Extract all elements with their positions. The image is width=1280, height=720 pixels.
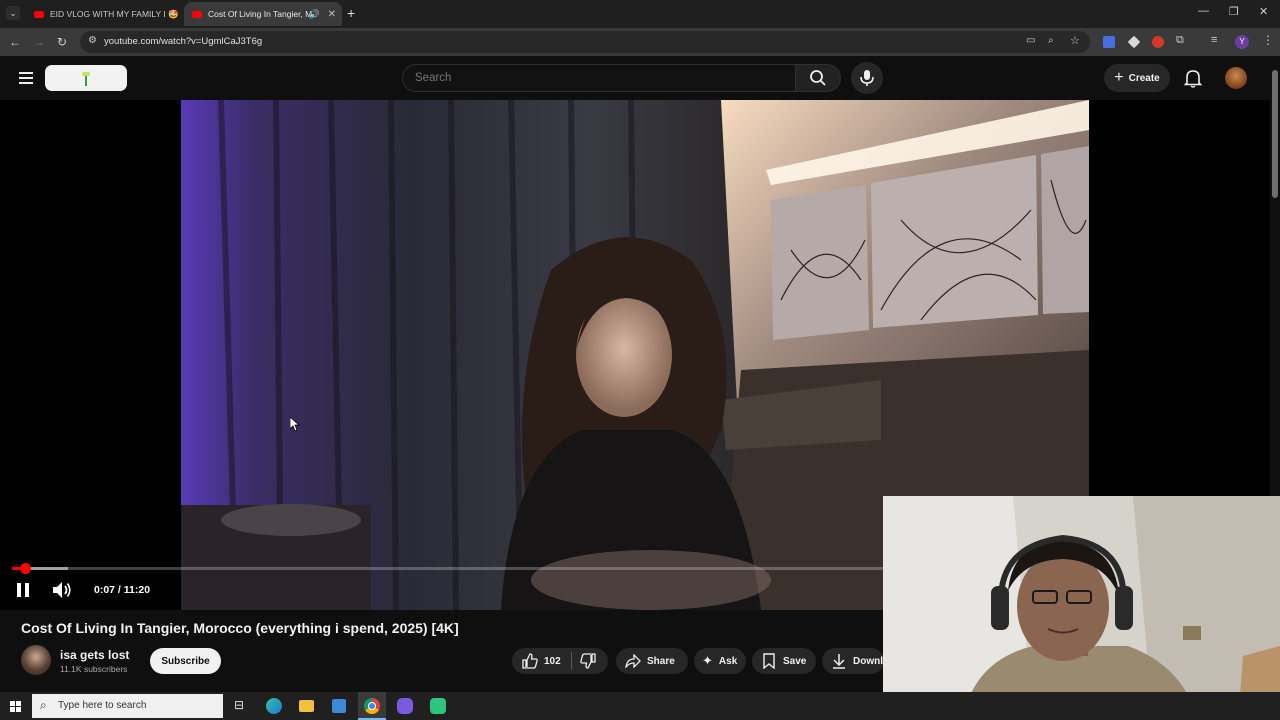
diamond-extension-icon[interactable]	[1127, 35, 1141, 49]
omnibox[interactable]: ⚙ youtube.com/watch?v=UgmlCaJ3T6g ▭ ⌕ ☆	[80, 31, 1090, 53]
video-title: Cost Of Living In Tangier, Morocco (ever…	[21, 620, 459, 636]
close-window-icon[interactable]: ✕	[1259, 5, 1268, 18]
taskbar-search-box[interactable]: ⌕ Type here to search	[32, 694, 223, 718]
new-tab-button[interactable]: +	[347, 5, 355, 21]
scrollbar-thumb[interactable]	[1272, 70, 1278, 198]
time-display: 0:07 / 11:20	[94, 584, 151, 596]
pause-button[interactable]	[17, 583, 29, 597]
like-dislike-group: 102	[512, 648, 608, 674]
browser-tab-bar: ⌄ EID VLOG WITH MY FAMILY I 🤩 ✕ Cost Of …	[0, 0, 1280, 28]
search-box[interactable]	[402, 64, 796, 92]
youtube-header: + Create	[0, 56, 1270, 100]
url-text[interactable]: youtube.com/watch?v=UgmlCaJ3T6g	[104, 36, 262, 47]
search-icon: ⌕	[40, 698, 47, 712]
webcam-overlay	[883, 496, 1280, 720]
account-avatar[interactable]	[1225, 67, 1247, 89]
thumbs-down-icon[interactable]	[579, 653, 596, 669]
hamburger-menu-icon[interactable]	[19, 72, 33, 84]
share-icon	[625, 654, 641, 668]
tab-eid-vlog[interactable]: EID VLOG WITH MY FAMILY I 🤩 ✕	[26, 2, 182, 26]
thumbs-up-icon	[522, 653, 538, 669]
restore-icon[interactable]: ❐	[1229, 5, 1239, 18]
youtube-favicon-icon	[34, 10, 44, 18]
file-explorer-icon[interactable]	[299, 700, 314, 712]
share-label: Share	[647, 655, 675, 667]
cast-icon[interactable]: ▭	[1026, 35, 1035, 46]
close-tab-icon[interactable]: ✕	[328, 9, 336, 20]
progress-bar-track[interactable]	[12, 563, 884, 574]
tab-title: EID VLOG WITH MY FAMILY I 🤩	[50, 8, 179, 19]
media-control-icon[interactable]: ≡	[1211, 34, 1217, 46]
create-button[interactable]: + Create	[1104, 64, 1170, 92]
search-input[interactable]	[403, 65, 795, 91]
red-extension-icon[interactable]	[1152, 36, 1164, 48]
bookmark-star-icon[interactable]: ☆	[1070, 34, 1080, 47]
store-icon[interactable]	[332, 699, 346, 713]
plus-icon: +	[1114, 69, 1124, 86]
chrome-taskbar-icon[interactable]	[358, 692, 386, 720]
channel-name[interactable]: isa gets lost	[60, 648, 129, 662]
search-icon	[810, 70, 826, 86]
tab-cost-of-living[interactable]: Cost Of Living In Tangier, M 🔊 ✕	[184, 2, 342, 26]
discord-icon[interactable]	[397, 698, 413, 714]
tab-title: Cost Of Living In Tangier, M	[208, 9, 313, 19]
tab-search-dropdown[interactable]: ⌄	[6, 6, 20, 20]
microphone-icon	[860, 70, 874, 86]
channel-avatar[interactable]	[21, 645, 51, 675]
download-label: Downl	[853, 655, 883, 667]
browser-toolbar: ← → ↻ ⚙ youtube.com/watch?v=UgmlCaJ3T6g …	[0, 28, 1280, 56]
sparkle-icon: ✦	[702, 653, 713, 668]
share-button[interactable]: Share	[616, 648, 688, 674]
translate-extension-icon[interactable]	[1103, 36, 1115, 48]
extensions-puzzle-icon[interactable]: ⧉	[1176, 34, 1184, 47]
youtube-logo[interactable]	[45, 65, 127, 91]
green-app-icon[interactable]	[430, 698, 446, 714]
reload-icon[interactable]: ↻	[57, 35, 67, 49]
divider	[570, 652, 572, 670]
search-button[interactable]	[795, 64, 841, 92]
voice-search-button[interactable]	[851, 62, 883, 94]
ask-button[interactable]: ✦ Ask	[694, 648, 746, 674]
mouse-cursor-icon	[290, 417, 300, 432]
create-label: Create	[1128, 72, 1160, 84]
audio-playing-icon[interactable]: 🔊	[309, 9, 320, 20]
progress-scrubber[interactable]	[20, 563, 31, 574]
notifications-bell-icon[interactable]	[1184, 68, 1202, 88]
minimize-icon[interactable]: —	[1198, 5, 1209, 17]
forward-icon[interactable]: →	[33, 35, 45, 49]
download-icon	[833, 654, 845, 669]
webcam-scene	[883, 496, 1280, 720]
taskbar-search-placeholder: Type here to search	[58, 700, 147, 711]
like-button[interactable]: 102	[512, 648, 561, 674]
like-count: 102	[544, 655, 561, 667]
profile-avatar[interactable]: Y	[1235, 35, 1249, 49]
subscribe-button[interactable]: Subscribe	[150, 648, 221, 674]
volume-icon[interactable]	[52, 581, 72, 599]
zoom-icon[interactable]: ⌕	[1048, 35, 1054, 46]
ask-label: Ask	[718, 655, 738, 667]
download-button[interactable]: Downl	[822, 648, 884, 674]
edge-browser-icon[interactable]	[266, 698, 282, 714]
save-label: Save	[783, 655, 807, 667]
close-tab-icon[interactable]: ✕	[168, 9, 176, 20]
back-icon[interactable]: ←	[9, 35, 21, 49]
bookmark-icon	[763, 653, 775, 669]
windows-taskbar: ⌕ Type here to search ⊟	[0, 692, 1280, 720]
save-button[interactable]: Save	[752, 648, 816, 674]
site-info-icon[interactable]: ⚙	[88, 35, 97, 46]
subscriber-count: 11.1K subscribers	[60, 664, 128, 674]
windows-start-icon[interactable]	[10, 701, 21, 712]
browser-menu-icon[interactable]: ⋮	[1262, 33, 1274, 47]
task-view-icon[interactable]: ⊟	[234, 698, 244, 712]
youtube-favicon-icon	[192, 10, 202, 18]
